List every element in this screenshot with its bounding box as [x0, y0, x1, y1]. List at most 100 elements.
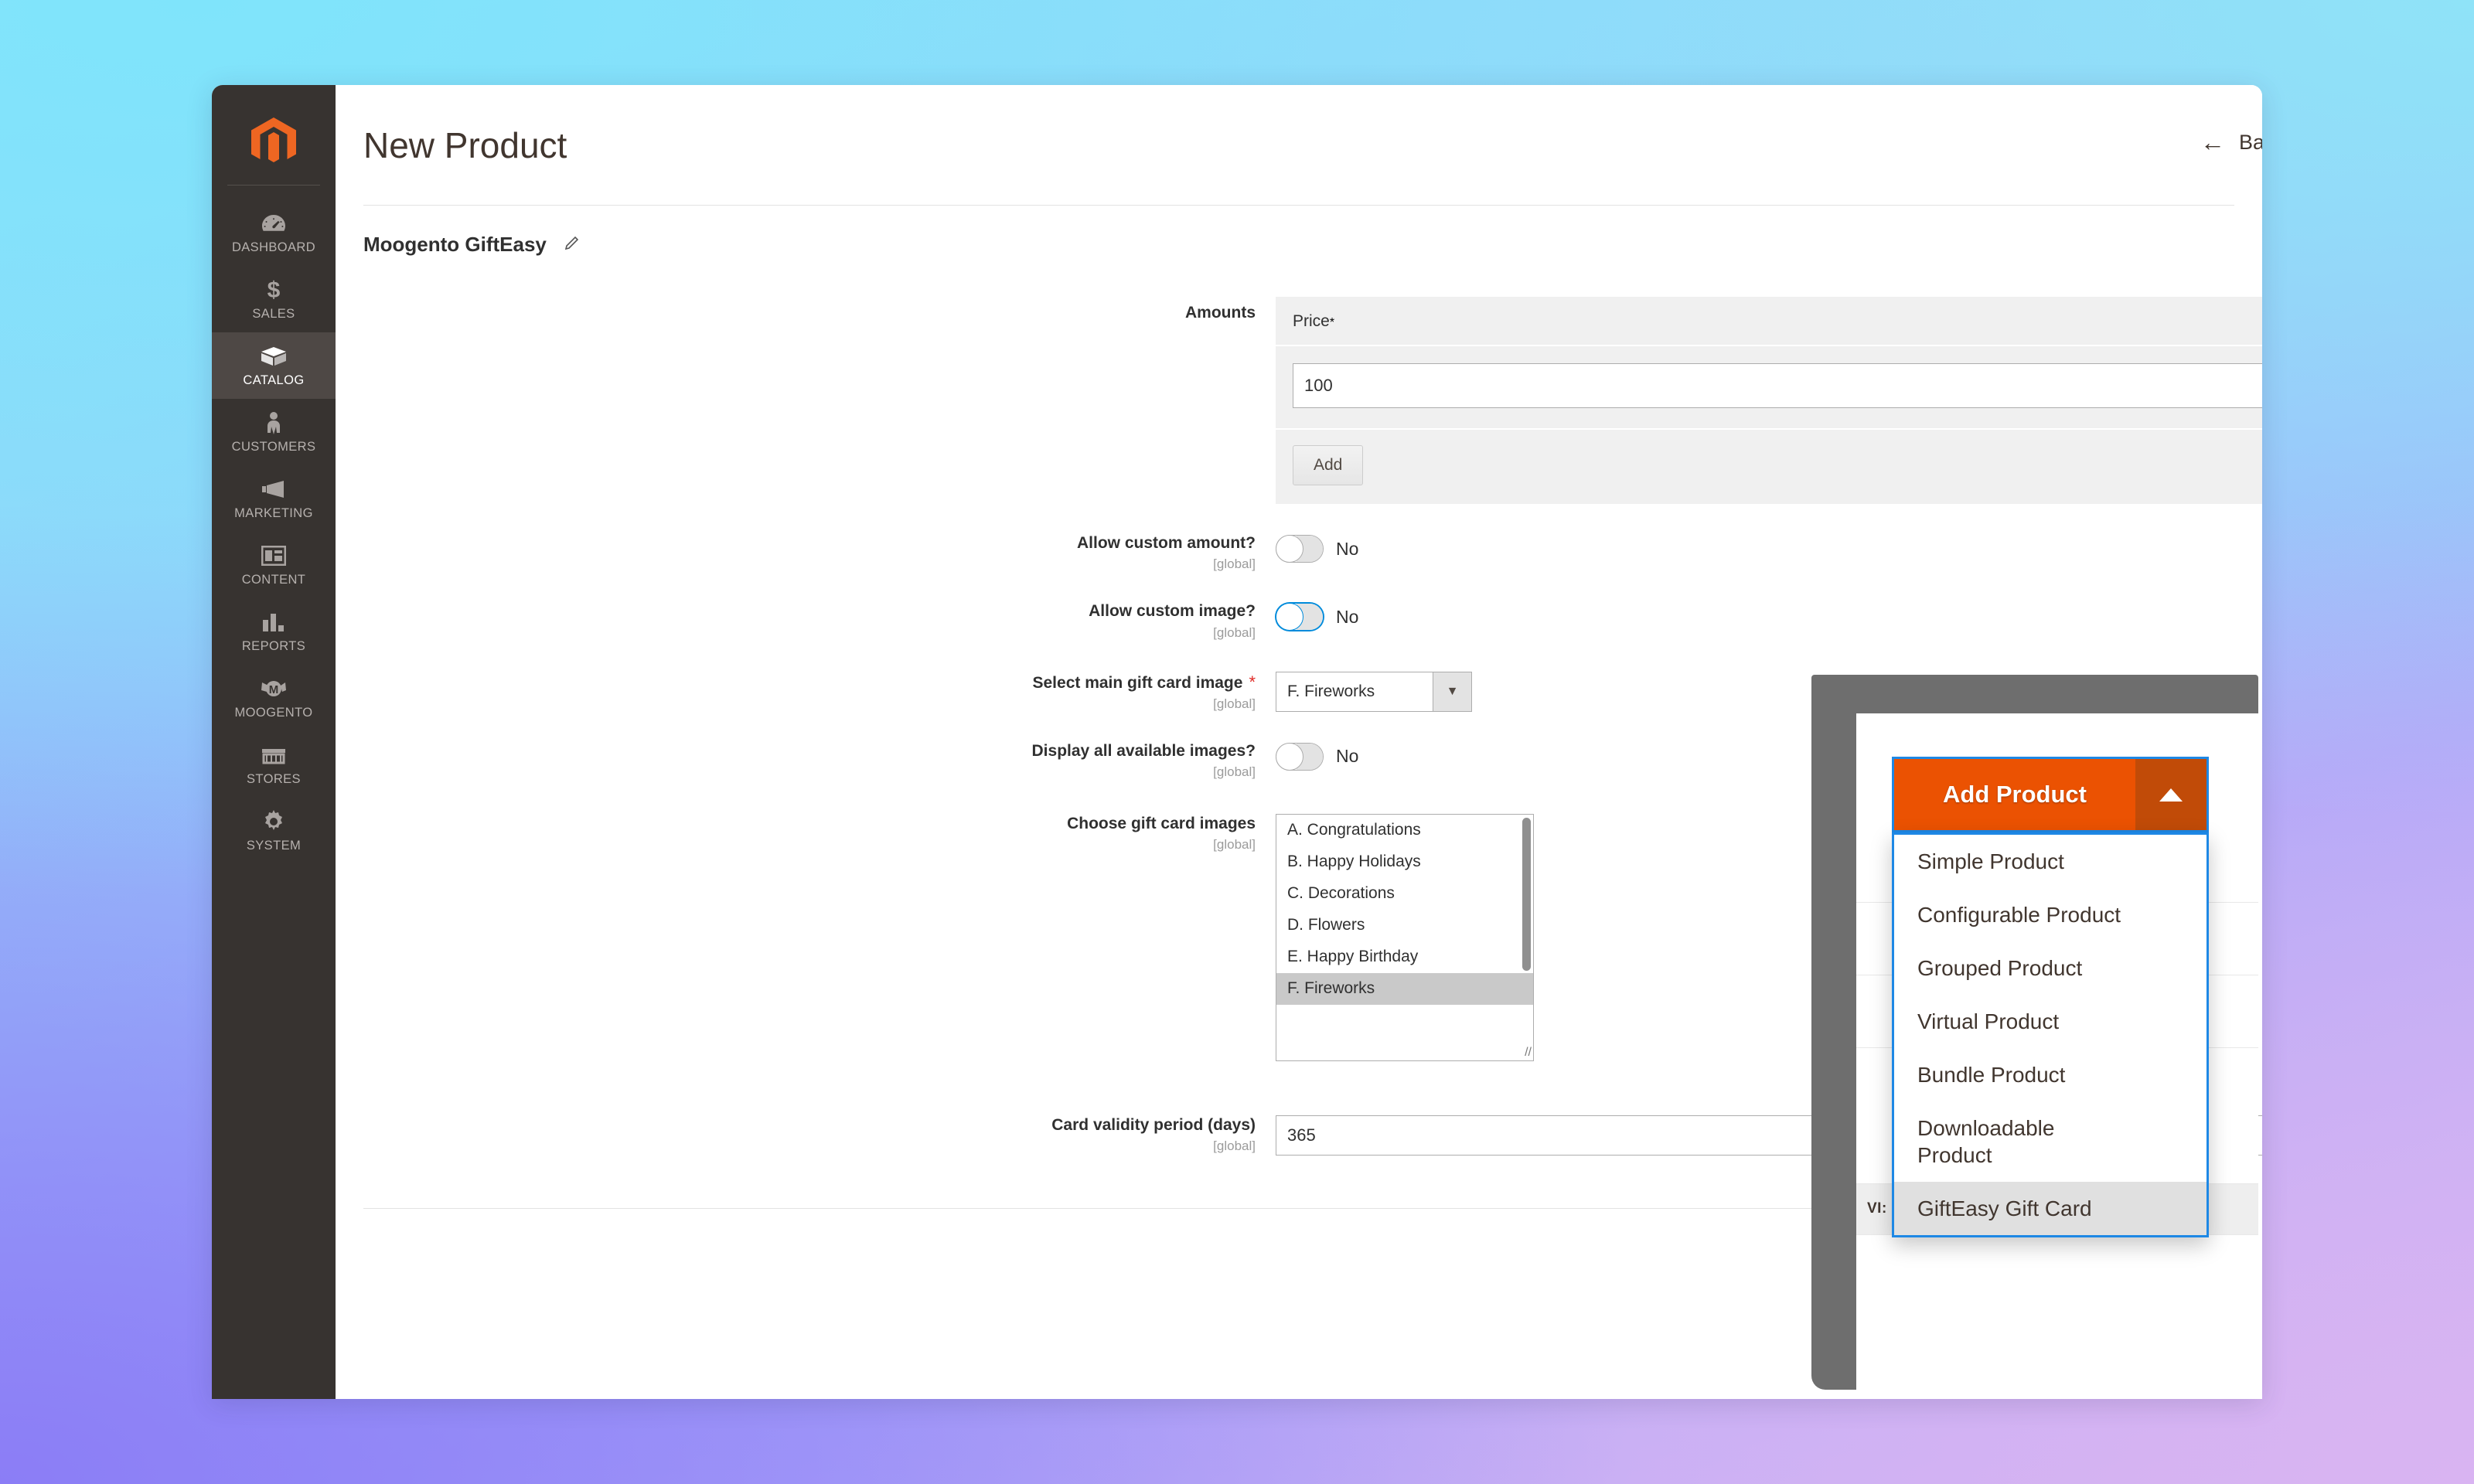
display-all-available-images-scope: [global] [1213, 764, 1256, 779]
sidebar-item-label: SALES [252, 307, 295, 321]
field-label-col: Amounts [336, 297, 1276, 323]
toggle-knob [1276, 603, 1303, 631]
magento-logo-icon [251, 117, 296, 162]
select-main-gift-card-image-label: Select main gift card image [1032, 673, 1243, 692]
megaphone-icon [215, 476, 332, 502]
sidebar-item-label: MOOGENTO [234, 706, 313, 720]
field-label-col: Allow custom amount? [global] [336, 533, 1276, 572]
menu-item-downloadable-product[interactable]: Downloadable Product [1894, 1101, 2126, 1182]
list-item[interactable]: B. Happy Holidays [1276, 846, 1533, 878]
sidebar-item-marketing[interactable]: MARKETING [212, 465, 336, 532]
add-amount-button[interactable]: Add [1293, 445, 1364, 485]
field-label-col: Choose gift card images [global] [336, 814, 1276, 853]
select-required-mark: * [1249, 672, 1256, 692]
page-title: New Product [363, 124, 567, 165]
box-icon [215, 343, 332, 369]
sidebar-item-customers[interactable]: CUSTOMERS [212, 399, 336, 465]
sidebar-item-label: MARKETING [234, 506, 313, 520]
allow-custom-amount-label: Allow custom amount? [1077, 534, 1256, 552]
dollar-icon: $ [215, 277, 332, 303]
select-main-gift-card-image-scope: [global] [1213, 696, 1256, 711]
field-allow-custom-image: Allow custom image? [global] No [336, 601, 2262, 640]
back-button[interactable]: ← Back [2200, 130, 2262, 155]
svg-text:$: $ [268, 277, 281, 302]
add-product-overlay-panel: VI: Add Product Simple Product Configura… [1811, 675, 2258, 1390]
amounts-label: Amounts [1185, 304, 1256, 322]
add-product-button-label[interactable]: Add Product [1894, 759, 2135, 830]
allow-custom-amount-value: No [1336, 538, 1359, 559]
field-amounts: Amounts Price* 100 Add [336, 297, 2262, 504]
display-all-available-images-toggle[interactable] [1276, 742, 1324, 771]
field-control-col: No [1276, 533, 2262, 563]
gear-icon [215, 808, 332, 835]
sidebar-item-sales[interactable]: $ SALES [212, 266, 336, 332]
list-item[interactable]: C. Decorations [1276, 878, 1533, 910]
field-label-col: Allow custom image? [global] [336, 601, 1276, 640]
field-allow-custom-amount: Allow custom amount? [global] No [336, 533, 2262, 572]
allow-custom-image-label: Allow custom image? [1089, 602, 1256, 621]
display-all-available-images-value: No [1336, 746, 1359, 767]
display-all-available-images-label: Display all available images? [1031, 741, 1256, 760]
price-header-label: Price [1293, 312, 1330, 330]
gift-card-images-listbox[interactable]: A. Congratulations B. Happy Holidays C. … [1276, 814, 1534, 1061]
sidebar-item-stores[interactable]: STORES [212, 731, 336, 798]
card-validity-period-label: Card validity period (days) [1051, 1116, 1256, 1134]
allow-custom-image-toggle[interactable] [1276, 603, 1324, 631]
sidebar-item-system[interactable]: SYSTEM [212, 798, 336, 864]
menu-item-virtual-product[interactable]: Virtual Product [1894, 995, 2206, 1048]
list-item[interactable]: E. Happy Birthday [1276, 941, 1533, 973]
add-product-dropdown-toggle[interactable] [2135, 759, 2206, 830]
price-required-mark: * [1329, 316, 1335, 329]
entity-name: Moogento GiftEasy [363, 233, 547, 256]
field-label-col: Card validity period (days) [global] [336, 1115, 1276, 1154]
chevron-down-icon: ▼ [1433, 672, 1471, 711]
listbox-scrollbar[interactable] [1522, 818, 1531, 971]
toggle-knob [1276, 535, 1303, 563]
magento-logo[interactable] [227, 99, 320, 186]
resize-handle-icon[interactable]: // [1525, 1047, 1532, 1059]
menu-item-configurable-product[interactable]: Configurable Product [1894, 888, 2206, 941]
allow-custom-image-value: No [1336, 606, 1359, 627]
sidebar-item-label: DASHBOARD [231, 240, 316, 254]
amounts-header: Price* [1276, 297, 2262, 346]
sidebar-item-catalog[interactable]: CATALOG [212, 332, 336, 399]
amounts-fieldset: Price* 100 Add [1276, 297, 2262, 504]
add-product-split-button[interactable]: Add Product [1892, 757, 2209, 832]
entity-row: Moogento GiftEasy [336, 206, 2262, 257]
list-item[interactable]: D. Flowers [1276, 910, 1533, 941]
sidebar-item-label: CATALOG [243, 373, 305, 387]
sidebar-item-reports[interactable]: REPORTS [212, 598, 336, 665]
field-label-col: Display all available images? [global] [336, 741, 1276, 780]
moogento-icon: M [215, 676, 332, 702]
allow-custom-image-scope: [global] [1213, 625, 1256, 640]
price-input[interactable] [1293, 363, 2262, 408]
menu-item-gifteasy-gift-card[interactable]: GiftEasy Gift Card [1894, 1182, 2206, 1235]
sidebar-item-content[interactable]: CONTENT [212, 532, 336, 598]
list-item[interactable]: A. Congratulations [1276, 815, 1533, 846]
svg-text:M: M [269, 683, 279, 696]
add-product-menu: Simple Product Configurable Product Grou… [1892, 832, 2209, 1237]
sidebar-item-dashboard[interactable]: DASHBOARD [212, 199, 336, 266]
allow-custom-amount-toggle[interactable] [1276, 535, 1324, 563]
main-gift-card-image-select[interactable]: F. Fireworks ▼ [1276, 671, 1472, 712]
toggle-knob [1276, 742, 1303, 771]
sidebar-item-label: STORES [247, 772, 301, 786]
person-icon [215, 410, 332, 436]
sidebar-item-label: CONTENT [241, 573, 306, 587]
bar-chart-icon [215, 609, 332, 635]
choose-gift-card-images-label: Choose gift card images [1067, 815, 1256, 832]
page-header: New Product ← Back [336, 85, 2262, 205]
sidebar-item-label: CUSTOMERS [231, 440, 316, 454]
pencil-icon[interactable] [564, 234, 581, 255]
sidebar: DASHBOARD $ SALES CATALOG CUSTOMERS MARK… [212, 85, 336, 1399]
sidebar-item-moogento[interactable]: M MOOGENTO [212, 665, 336, 731]
menu-item-bundle-product[interactable]: Bundle Product [1894, 1048, 2206, 1101]
arrow-left-icon: ← [2200, 128, 2225, 156]
list-item-selected[interactable]: F. Fireworks [1276, 973, 1533, 1005]
back-button-label: Back [2238, 130, 2262, 154]
dashboard-icon [215, 210, 332, 237]
sidebar-item-label: REPORTS [241, 639, 306, 653]
menu-item-simple-product[interactable]: Simple Product [1894, 835, 2206, 888]
layout-icon [215, 543, 332, 569]
menu-item-grouped-product[interactable]: Grouped Product [1894, 941, 2206, 995]
